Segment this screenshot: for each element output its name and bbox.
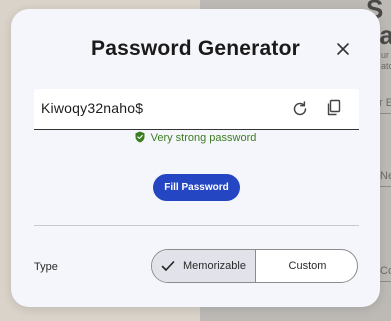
type-option-label: Memorizable (183, 260, 246, 272)
regenerate-button[interactable] (290, 99, 310, 119)
refresh-icon (293, 101, 307, 116)
modal-title: Password Generator (90, 37, 300, 60)
background-field-fragment: r En (379, 98, 391, 109)
fill-password-button[interactable]: Fill Password (153, 174, 240, 201)
background-text-fragment: ur (381, 50, 390, 60)
type-option-custom[interactable]: Custom (256, 250, 357, 282)
checkmark-icon (161, 261, 175, 271)
type-option-label: Custom (288, 260, 327, 272)
type-option-memorizable[interactable]: Memorizable (152, 250, 255, 282)
password-strength-text: Very strong password (150, 132, 257, 144)
shield-check-icon (135, 131, 145, 143)
password-type-toggle: Memorizable Custom (151, 249, 358, 283)
copy-button[interactable] (324, 98, 344, 118)
background-text-fragment: ato (381, 61, 391, 71)
type-label: Type (34, 261, 58, 273)
copy-icon (327, 99, 341, 116)
close-button[interactable] (334, 40, 352, 58)
divider (34, 225, 359, 226)
close-icon (337, 43, 349, 55)
password-field[interactable]: Kiwoqy32naho$ (34, 89, 359, 130)
password-strength: Very strong password (11, 131, 380, 144)
background-field-fragment: Ne (380, 171, 391, 182)
password-generator-modal: Password Generator Kiwoqy32naho$ Very st… (11, 9, 380, 307)
password-value[interactable]: Kiwoqy32naho$ (41, 100, 143, 116)
background-field-fragment: Co (380, 266, 391, 277)
